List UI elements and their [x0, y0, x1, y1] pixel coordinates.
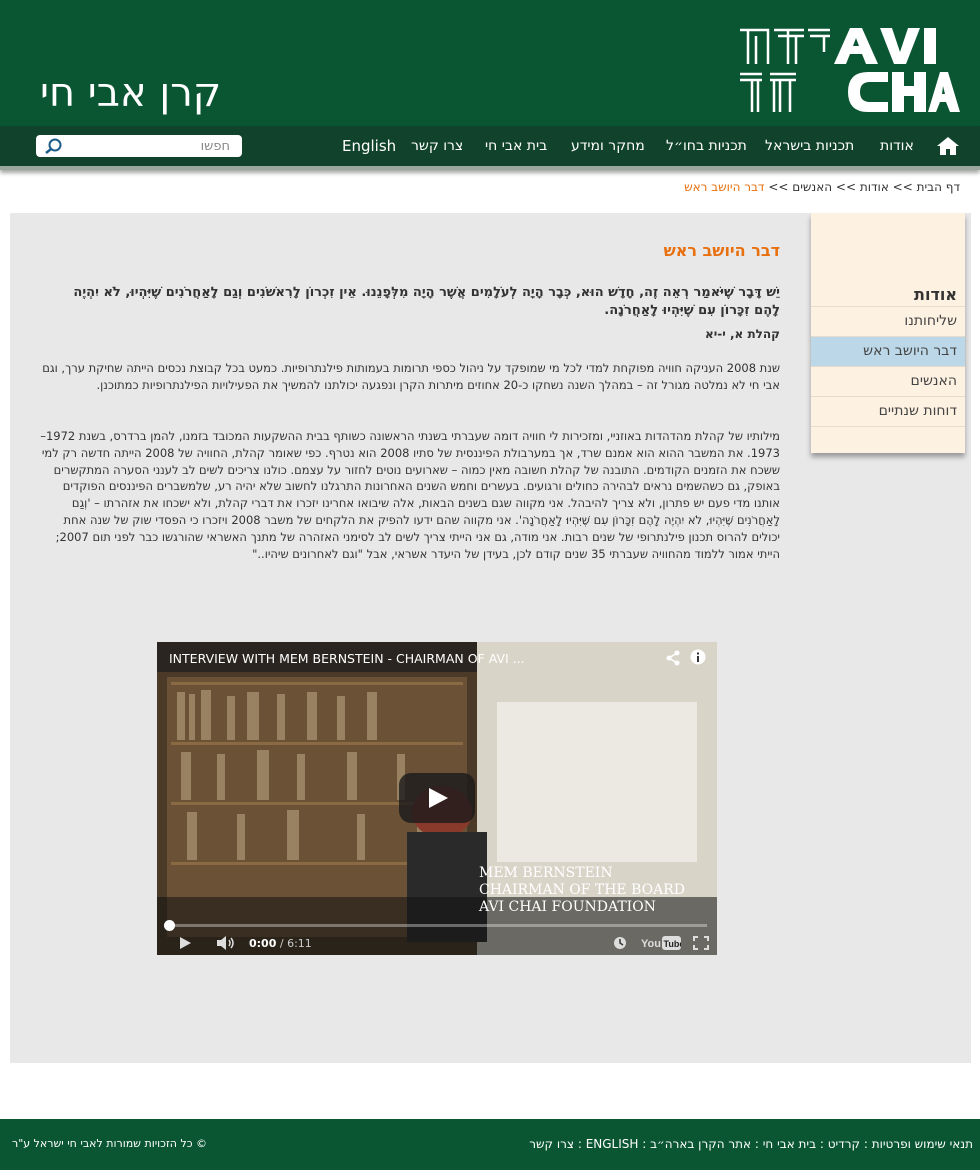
footer-separator: :: [816, 1137, 828, 1151]
video-title[interactable]: INTERVIEW WITH MEM BERNSTEIN - CHAIRMAN …: [169, 651, 525, 666]
sidebar-item-annual-reports[interactable]: דוחות שנתיים: [811, 396, 965, 426]
breadcrumb-home[interactable]: דף הבית: [917, 180, 960, 194]
breadcrumb-separator: >>: [768, 180, 789, 194]
nav-item-research[interactable]: מחקר ומידע: [571, 138, 645, 154]
footer-link-english[interactable]: ENGLISH: [586, 1137, 639, 1151]
site-header: קרן אבי חי: [0, 0, 980, 126]
caption-line: MEM BERNSTEIN: [479, 865, 613, 881]
footer-link-credit[interactable]: קרדיט: [828, 1137, 860, 1151]
sidebar-divider: [811, 426, 965, 456]
breadcrumb-separator: >>: [892, 180, 913, 194]
progress-scrubber[interactable]: [164, 920, 175, 931]
paragraph: שנת 2008 העניקה חוויה מפוקחת למדי לכל מי…: [42, 361, 780, 392]
youtube-logo-icon[interactable]: You Tube: [641, 935, 681, 951]
share-icon[interactable]: [665, 650, 681, 666]
search-icon[interactable]: [45, 138, 63, 154]
breadcrumb-current: דבר היושב ראש: [684, 180, 765, 194]
footer-link-contact[interactable]: צרו קשר: [529, 1137, 574, 1151]
nav-item-contact[interactable]: צרו קשר: [411, 138, 463, 154]
footer-separator: :: [574, 1137, 586, 1151]
nav-item-israel-programs[interactable]: תכניות בישראל: [765, 138, 854, 154]
svg-text:You: You: [641, 938, 661, 950]
breadcrumb: דף הבית >> אודות >> האנשים >> דבר היושב …: [684, 180, 960, 194]
svg-text:Tube: Tube: [664, 939, 682, 949]
main-nav: אודות תכניות בישראל תכניות בחו״ל מחקר ומ…: [0, 126, 980, 170]
search-box: [36, 135, 242, 157]
footer-link-terms[interactable]: תנאי שימוש ופרטיות: [872, 1137, 973, 1151]
sidebar-item-people[interactable]: האנשים: [811, 366, 965, 396]
page-title: דבר היושב ראש: [663, 241, 780, 260]
footer-link-us-site[interactable]: אתר הקרן בארה״ב: [650, 1137, 751, 1151]
breadcrumb-separator: >>: [835, 180, 857, 194]
fullscreen-icon[interactable]: [693, 936, 709, 950]
info-icon[interactable]: [690, 649, 706, 665]
time-total: / 6:11: [279, 937, 312, 950]
breadcrumb-people[interactable]: האנשים: [792, 180, 832, 194]
nav-item-english[interactable]: English: [342, 137, 396, 155]
caption-line: AVI CHAI FOUNDATION: [479, 899, 656, 915]
search-input[interactable]: [70, 135, 230, 157]
sidebar-item-chairman-message[interactable]: דבר היושב ראש: [811, 336, 965, 366]
footer-link-beit-avi-chai[interactable]: בית אבי חי: [763, 1137, 816, 1151]
watch-later-icon[interactable]: [613, 936, 627, 950]
volume-icon[interactable]: [215, 935, 235, 951]
home-icon[interactable]: [936, 136, 960, 156]
video-time: 0:00 / 6:11: [249, 937, 312, 950]
quote-source: קהלת א, י-יא: [705, 327, 780, 341]
nav-item-about[interactable]: אודות: [880, 138, 914, 154]
footer-separator: :: [638, 1137, 651, 1151]
footer-links: תנאי שימוש ופרטיות : קרדיט : בית אבי חי …: [529, 1137, 973, 1151]
play-icon[interactable]: [177, 935, 193, 951]
nav-item-beit-avi-chai[interactable]: בית אבי חי: [485, 138, 547, 154]
video-progress-bar[interactable]: [164, 920, 707, 931]
time-current: 0:00: [249, 937, 277, 950]
video-caption: MEM BERNSTEIN CHAIRMAN OF THE BOARD AVI …: [479, 865, 685, 916]
copyright: © כל הזכויות שמורות לאבי חי ישראל ע"ר: [12, 1137, 208, 1150]
sidebar-item-mission[interactable]: שליחותנו: [811, 306, 965, 336]
paragraph: מילותיו של קהלת מהדהדות באוזניי, ומזכירו…: [40, 429, 780, 561]
video-player[interactable]: INTERVIEW WITH MEM BERNSTEIN - CHAIRMAN …: [157, 642, 717, 955]
site-footer: תנאי שימוש ופרטיות : קרדיט : בית אבי חי …: [0, 1119, 980, 1170]
sidebar: אודות שליחותנו דבר היושב ראש האנשים דוחו…: [811, 213, 965, 453]
footer-separator: :: [751, 1137, 763, 1151]
breadcrumb-about[interactable]: אודות: [860, 180, 889, 194]
sidebar-heading: אודות: [914, 285, 957, 304]
caption-line: CHAIRMAN OF THE BOARD: [479, 882, 686, 898]
site-title: קרן אבי חי: [40, 70, 222, 116]
footer-separator: :: [860, 1137, 872, 1151]
nav-item-abroad-programs[interactable]: תכניות בחו״ל: [666, 138, 747, 154]
avi-chai-logo[interactable]: [738, 24, 960, 116]
opening-quote: יֵשׁ דָּבָר שֶׁיֹּאמַר רְאֵה זֶה, חָדָשׁ…: [73, 285, 780, 318]
play-button[interactable]: [399, 773, 475, 823]
